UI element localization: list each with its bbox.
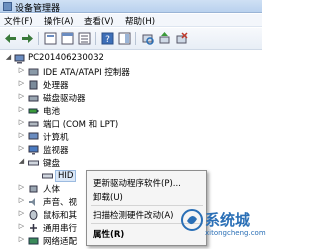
sound-icon xyxy=(29,198,35,206)
menu-action[interactable]: 操作(A) xyxy=(44,15,73,27)
tree-item-label: 计算机 xyxy=(43,133,69,143)
tree-item[interactable]: ▷ IDE ATA/ATAPI 控制器 xyxy=(0,66,262,79)
list-view-icon[interactable] xyxy=(77,31,92,46)
action-pane-icon[interactable] xyxy=(117,31,132,46)
expand-arrow-icon[interactable]: ▷ xyxy=(17,105,26,113)
expand-arrow-icon[interactable]: ▷ xyxy=(17,79,26,87)
tree-item-label: 电池 xyxy=(43,107,61,117)
tree-item[interactable]: ▷ 处理器 xyxy=(0,79,262,92)
properties-sheet-icon[interactable] xyxy=(43,31,58,46)
tree-item[interactable]: ▷ 电池 xyxy=(0,105,262,118)
usb-icon xyxy=(30,224,37,232)
toolbar-separator xyxy=(38,32,39,45)
menu-view[interactable]: 查看(V) xyxy=(84,15,113,27)
uninstall-device-icon[interactable] xyxy=(174,31,189,46)
help-icon[interactable]: ? xyxy=(100,31,115,46)
disk-drive-icon xyxy=(28,95,39,102)
tree-item-label: 声音、视 xyxy=(43,198,78,208)
tree-item-label: 键盘 xyxy=(43,159,61,169)
forward-arrow-icon[interactable] xyxy=(20,31,35,46)
tree-item[interactable]: ◢ 键盘 xyxy=(0,157,262,170)
scan-hardware-icon[interactable] xyxy=(140,31,155,46)
expand-arrow-icon[interactable]: ▷ xyxy=(17,144,26,152)
computer-icon xyxy=(28,132,39,140)
menu-separator xyxy=(91,205,203,206)
expand-arrow-icon[interactable]: ▷ xyxy=(17,66,26,74)
ide-controller-icon xyxy=(28,68,39,76)
tree-item-label: 网络适配 xyxy=(43,237,78,247)
collapse-arrow-icon[interactable]: ◢ xyxy=(17,157,26,165)
xitongcheng-logo-icon xyxy=(181,209,203,231)
expand-arrow-icon[interactable]: ▷ xyxy=(17,118,26,126)
expand-arrow-icon[interactable]: ▷ xyxy=(17,209,26,217)
expand-arrow-icon[interactable]: ▷ xyxy=(17,92,26,100)
toolbar-separator xyxy=(135,32,136,45)
title-bar: 设备管理器 xyxy=(0,0,262,14)
window-title: 设备管理器 xyxy=(15,4,61,14)
back-arrow-icon[interactable] xyxy=(3,31,18,46)
tree-root[interactable]: ◢ PC201406230032 xyxy=(0,53,262,66)
battery-icon xyxy=(28,108,39,114)
tree-item[interactable]: ▷ 计算机 xyxy=(0,131,262,144)
menu-file[interactable]: 文件(F) xyxy=(4,15,33,27)
collapse-arrow-icon[interactable]: ◢ xyxy=(4,53,13,61)
menu-help[interactable]: 帮助(H) xyxy=(125,15,155,27)
computer-icon xyxy=(14,54,25,64)
tree-item-label: 人体 xyxy=(43,185,61,195)
processor-icon xyxy=(29,80,38,90)
expand-arrow-icon[interactable]: ▷ xyxy=(17,196,26,204)
human-interface-icon xyxy=(29,185,38,193)
tree-item[interactable]: ▷ 磁盘驱动器 xyxy=(0,92,262,105)
tree-item-label: 磁盘驱动器 xyxy=(43,94,86,104)
network-adapter-icon xyxy=(28,237,39,245)
monitor-icon xyxy=(28,145,39,155)
expand-arrow-icon[interactable]: ▷ xyxy=(17,183,26,191)
keyboard-icon xyxy=(28,160,39,166)
tree-item-label: IDE ATA/ATAPI 控制器 xyxy=(43,68,130,78)
tree-item-label: 处理器 xyxy=(43,81,69,91)
menu-bar: 文件(F) 操作(A) 查看(V) 帮助(H) xyxy=(0,14,262,27)
tree-root-label: PC201406230032 xyxy=(28,53,104,63)
tree-item[interactable]: ▷ 端口 (COM 和 LPT) xyxy=(0,118,262,131)
properties-menu-item[interactable]: 属性(R) xyxy=(93,228,124,240)
toolbar-separator xyxy=(95,32,96,45)
tree-item-label: 端口 (COM 和 LPT) xyxy=(43,120,119,130)
update-driver-icon[interactable] xyxy=(157,31,172,46)
keyboard-icon xyxy=(42,173,53,179)
uninstall-menu-item[interactable]: 卸载(U) xyxy=(93,191,123,203)
toolbar: ? xyxy=(0,28,262,50)
watermark: 系统城 xitongcheng.com xyxy=(181,207,266,247)
tree-item-label: 通用串行 xyxy=(43,224,78,234)
scan-hardware-menu-item[interactable]: 扫描检测硬件改动(A) xyxy=(93,209,173,221)
tree-item-label: 鼠标和其 xyxy=(43,211,78,221)
watermark-name: 系统城 xyxy=(205,211,251,229)
watermark-url: xitongcheng.com xyxy=(205,229,266,237)
expand-arrow-icon[interactable]: ▷ xyxy=(17,131,26,139)
tree-item-label: HID xyxy=(55,170,77,182)
mouse-icon xyxy=(29,210,38,220)
device-manager-icon xyxy=(3,2,12,11)
update-driver-menu-item[interactable]: 更新驱动程序软件(P)... xyxy=(93,177,181,189)
tree-item[interactable]: ▷ 监视器 xyxy=(0,144,262,157)
expand-arrow-icon[interactable]: ▷ xyxy=(17,235,26,243)
expand-arrow-icon[interactable]: ▷ xyxy=(17,222,26,230)
svg-text:?: ? xyxy=(105,35,110,45)
port-icon xyxy=(28,121,39,127)
tree-item-label: 监视器 xyxy=(43,146,69,156)
window-view-icon[interactable] xyxy=(60,31,75,46)
